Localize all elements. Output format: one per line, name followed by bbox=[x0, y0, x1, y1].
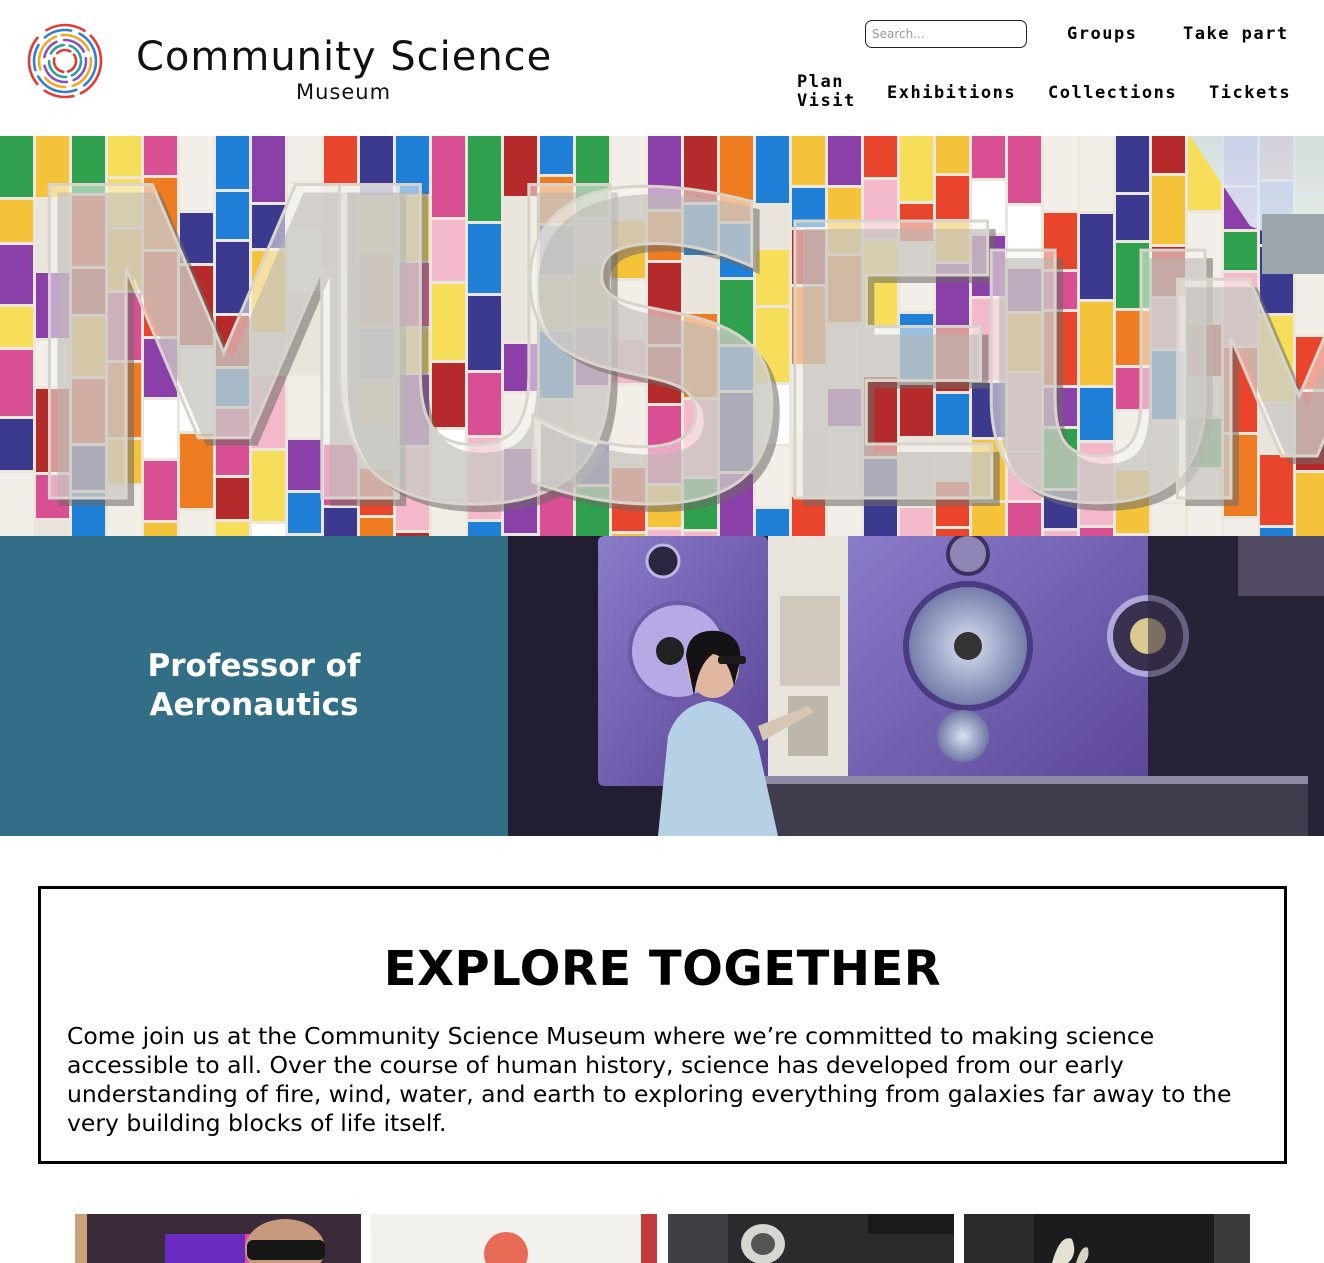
explore-text: Come join us at the Community Science Mu… bbox=[67, 1022, 1232, 1137]
card-image-skeleton[interactable] bbox=[964, 1214, 1250, 1263]
nav-link-tickets[interactable]: Tickets bbox=[1209, 83, 1291, 103]
museum-logo-icon[interactable] bbox=[26, 22, 104, 100]
card-image-vr-headset[interactable] bbox=[75, 1214, 361, 1263]
svg-text:S: S bbox=[500, 136, 803, 536]
nav-link-plan-visit[interactable]: Plan Visit bbox=[797, 73, 857, 111]
museum-facade-image: MMUUSSEEUUMM bbox=[0, 136, 1324, 536]
brand-name[interactable]: Community Science bbox=[136, 34, 552, 80]
svg-text:M: M bbox=[1150, 220, 1324, 536]
nav-link-groups[interactable]: Groups bbox=[1067, 24, 1137, 44]
site-header: Community Science Museum Groups Take par… bbox=[0, 0, 1324, 136]
feature-image[interactable] bbox=[508, 536, 1324, 836]
explore-section: EXPLORE TOGETHER Come join us at the Com… bbox=[38, 886, 1287, 1164]
feature-title[interactable]: Professor of Aeronautics bbox=[124, 647, 384, 725]
brand-subtitle[interactable]: Museum bbox=[296, 80, 391, 104]
hero-image: MMUUSSEEUUMM bbox=[0, 136, 1324, 536]
nav-link-exhibitions[interactable]: Exhibitions bbox=[887, 83, 1016, 103]
lab-scientist-image bbox=[508, 536, 1324, 836]
nav-link-collections[interactable]: Collections bbox=[1048, 83, 1177, 103]
search-input[interactable] bbox=[865, 20, 1027, 48]
explore-title: EXPLORE TOGETHER bbox=[383, 941, 942, 997]
card-image-space-suit[interactable] bbox=[668, 1214, 954, 1263]
card-image-robot[interactable] bbox=[371, 1214, 657, 1263]
nav-link-take-part[interactable]: Take part bbox=[1183, 24, 1289, 44]
feature-panel[interactable]: Professor of Aeronautics bbox=[0, 536, 508, 836]
